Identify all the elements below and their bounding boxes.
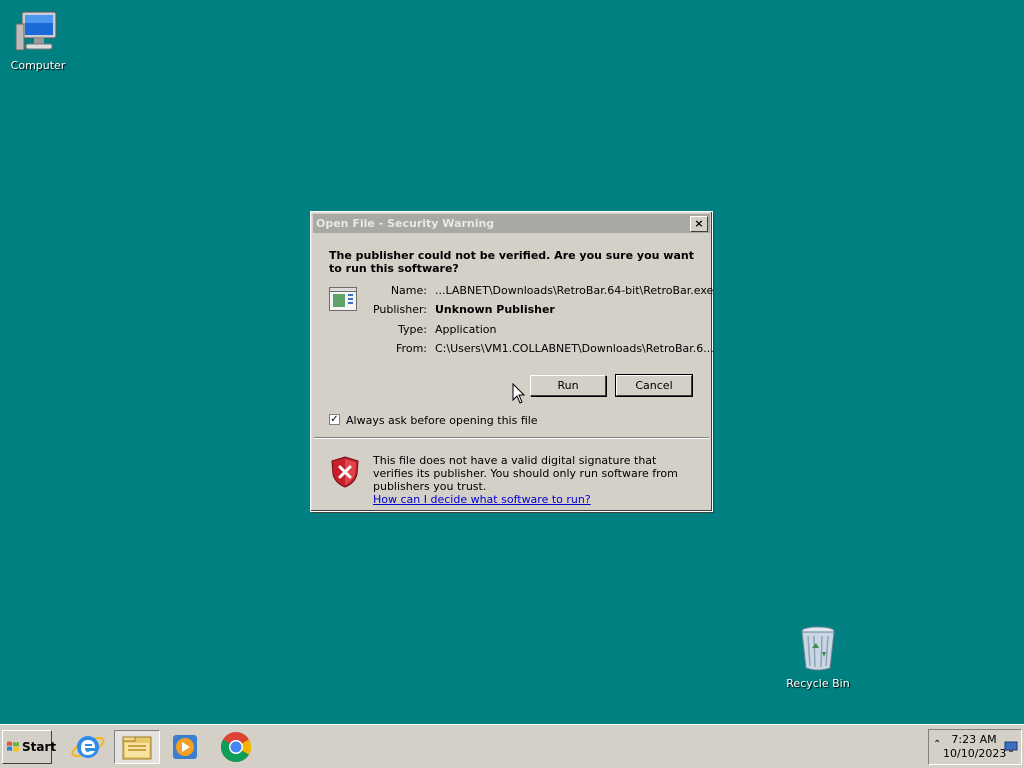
taskbar: Start ⌃ 7:23 AM 10/10/2023 [0, 724, 1024, 768]
system-tray: ⌃ 7:23 AM 10/10/2023 [928, 729, 1022, 765]
cancel-button[interactable]: Cancel [615, 374, 693, 397]
type-value: Application [435, 323, 497, 336]
desktop-icon-recycle-bin[interactable]: Recycle Bin [778, 626, 858, 690]
dialog-title: Open File - Security Warning [316, 217, 495, 230]
type-label: Type: [398, 323, 427, 336]
name-row: Name: ...LABNET\Downloads\RetroBar.64-bi… [311, 284, 713, 298]
taskbar-file-explorer[interactable] [114, 730, 160, 764]
run-button[interactable]: Run [530, 375, 606, 396]
taskbar-chrome[interactable] [216, 730, 256, 764]
help-link[interactable]: How can I decide what software to run? [373, 493, 693, 506]
close-icon: × [694, 217, 704, 230]
close-button[interactable]: × [690, 216, 708, 232]
dialog-separator [314, 437, 709, 439]
recycle-bin-icon [801, 626, 835, 671]
show-hidden-icons-button[interactable]: ⌃ [933, 739, 941, 750]
network-icon[interactable] [1004, 741, 1018, 753]
file-explorer-icon [122, 736, 152, 760]
clock[interactable]: 7:23 AM 10/10/2023 [943, 733, 1007, 761]
always-ask-label[interactable]: Always ask before opening this file [346, 414, 538, 427]
publisher-value: Unknown Publisher [435, 303, 555, 316]
windows-flag-icon [7, 741, 19, 752]
taskbar-internet-explorer[interactable] [68, 730, 108, 764]
chrome-icon [220, 732, 251, 763]
name-value: ...LABNET\Downloads\RetroBar.64-bit\Retr… [435, 284, 714, 297]
always-ask-checkbox[interactable]: ✓ [329, 414, 340, 425]
internet-explorer-icon [71, 736, 105, 758]
shield-error-icon [331, 456, 359, 488]
type-row: Type: Application [311, 323, 706, 337]
dialog-headline: The publisher could not be verified. Are… [329, 249, 694, 275]
desktop-icon-label: Recycle Bin [786, 677, 850, 690]
dialog-titlebar[interactable]: Open File - Security Warning × [313, 214, 710, 233]
desktop-icon-computer[interactable]: Computer [0, 10, 78, 72]
clock-date: 10/10/2023 [943, 747, 1007, 760]
taskbar-media-player[interactable] [165, 730, 205, 764]
computer-icon [15, 11, 57, 51]
security-warning-dialog: Open File - Security Warning × The publi… [310, 211, 714, 512]
desktop: Computer Recycle Bin Open File - Securit… [0, 0, 1024, 724]
from-value: C:\Users\VM1.COLLABNET\Downloads\RetroBa… [435, 342, 714, 355]
name-label: Name: [390, 284, 427, 297]
from-label: From: [396, 342, 427, 355]
media-player-icon [173, 735, 197, 759]
start-button[interactable]: Start [2, 730, 56, 764]
warning-message: This file does not have a valid digital … [373, 454, 693, 506]
from-row: From: C:\Users\VM1.COLLABNET\Downloads\R… [311, 342, 714, 356]
publisher-row: Publisher: Unknown Publisher [311, 303, 706, 317]
warning-text: This file does not have a valid digital … [373, 454, 678, 493]
mouse-cursor-icon [512, 383, 526, 404]
clock-time: 7:23 AM [951, 733, 997, 746]
desktop-icon-label: Computer [10, 59, 66, 72]
publisher-label: Publisher: [372, 303, 427, 316]
start-label: Start [22, 740, 57, 754]
